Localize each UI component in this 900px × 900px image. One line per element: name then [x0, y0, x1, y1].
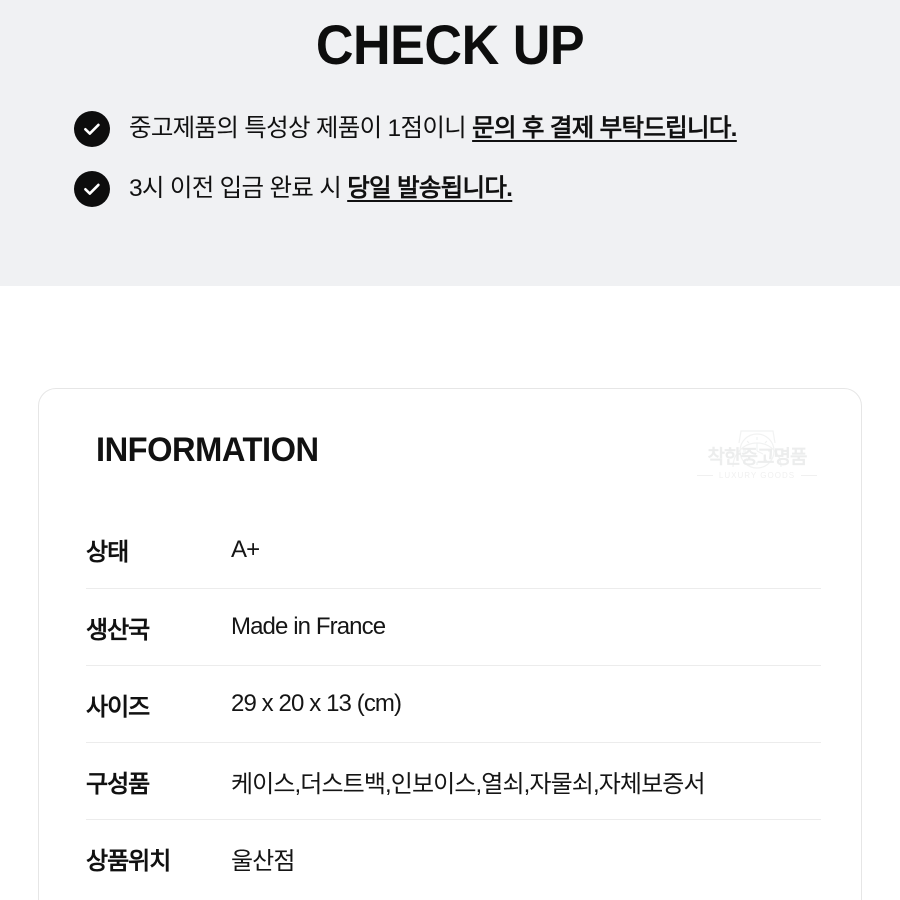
- table-row: 구성품 케이스,더스트백,인보이스,열쇠,자물쇠,자체보증서: [86, 742, 821, 819]
- spec-label: 생산국: [86, 616, 150, 644]
- check-circle-icon: [74, 171, 110, 207]
- spec-label: 상품위치: [86, 847, 171, 875]
- product-detail-page: CHECK UP 중고제품의 특성상 제품이 1점이니 문의 후 결제 부탁드립…: [0, 0, 900, 900]
- check-up-bullet-list: 중고제품의 특성상 제품이 1점이니 문의 후 결제 부탁드립니다. 3시 이전…: [74, 110, 874, 230]
- check-up-section: CHECK UP 중고제품의 특성상 제품이 1점이니 문의 후 결제 부탁드립…: [0, 0, 900, 286]
- spec-value: 울산점: [231, 847, 295, 875]
- spec-value: 29 x 20 x 13 (cm): [231, 690, 402, 717]
- bullet-text-emphasis: 당일 발송됩니다.: [347, 175, 513, 202]
- brand-watermark-english: LUXURY GOODS: [718, 471, 796, 480]
- spec-value: Made in France: [231, 613, 386, 640]
- spec-label: 구성품: [86, 770, 150, 798]
- list-item: 중고제품의 특성상 제품이 1점이니 문의 후 결제 부탁드립니다.: [74, 110, 874, 148]
- list-item: 3시 이전 입금 완료 시 당일 발송됩니다.: [74, 170, 874, 208]
- bullet-text-plain: 중고제품의 특성상 제품이 1점이니: [129, 115, 473, 142]
- bullet-text: 3시 이전 입금 완료 시 당일 발송됩니다.: [129, 170, 513, 208]
- check-up-title: CHECK UP: [315, 13, 585, 76]
- spec-value: A+: [231, 535, 260, 563]
- bullet-text: 중고제품의 특성상 제품이 1점이니 문의 후 결제 부탁드립니다.: [129, 110, 737, 148]
- information-spec-table: 상태 A+ 생산국 Made in France 사이즈 29 x 20 x 1…: [86, 511, 821, 896]
- brand-watermark-korean: 착한중고명품: [707, 447, 808, 468]
- table-row: 상품위치 울산점: [86, 819, 821, 896]
- table-row: 생산국 Made in France: [86, 588, 821, 665]
- table-row: 사이즈 29 x 20 x 13 (cm): [86, 665, 821, 742]
- spec-label: 사이즈: [86, 693, 150, 721]
- check-circle-icon: [74, 111, 110, 147]
- brand-watermark-logo: 착한중고명품 LUXURY GOODS: [695, 421, 819, 491]
- information-card: INFORMATION 착한중고명품 LUXURY GOODS 상태 A+ 생산…: [38, 388, 862, 900]
- bullet-text-plain: 3시 이전 입금 완료 시: [129, 175, 348, 202]
- spec-label: 상태: [86, 539, 129, 566]
- table-row: 상태 A+: [86, 511, 821, 588]
- information-heading: INFORMATION: [96, 431, 319, 469]
- bullet-text-emphasis: 문의 후 결제 부탁드립니다.: [472, 115, 737, 142]
- spec-value: 케이스,더스트백,인보이스,열쇠,자물쇠,자체보증서: [231, 770, 706, 798]
